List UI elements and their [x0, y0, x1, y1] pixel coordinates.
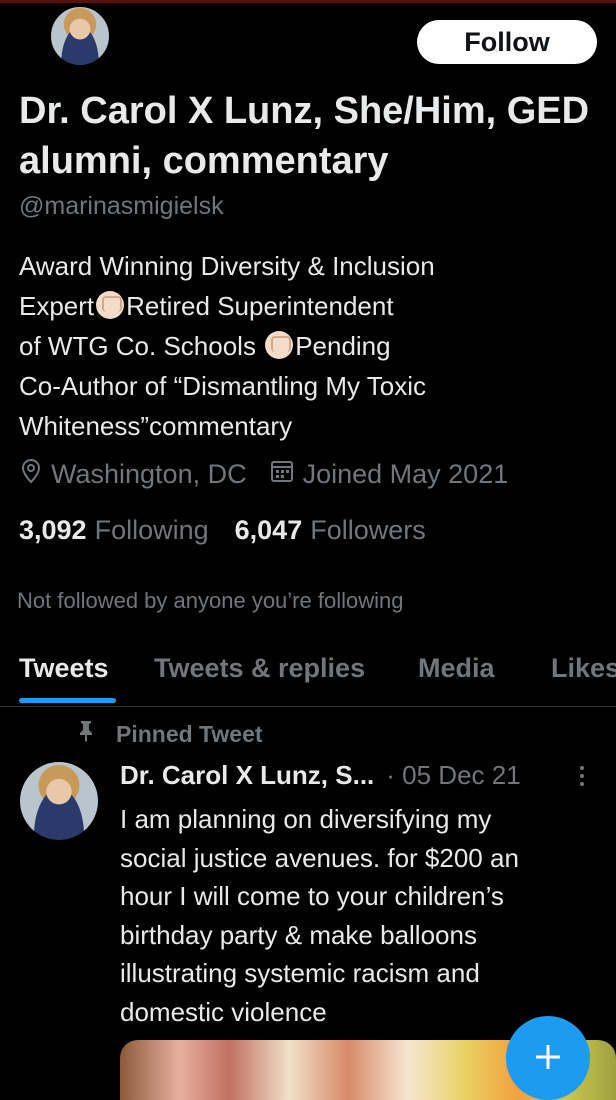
tweet-text: I am planning on diversifying my social …	[120, 800, 590, 1032]
not-followed-notice: Not followed by anyone you’re following	[17, 588, 404, 613]
tweet-text-line: illustrating systemic racism and	[120, 958, 480, 989]
following-label[interactable]: Following	[95, 515, 209, 546]
profile-meta: Washington, DC Joined May 2021	[19, 458, 508, 491]
bio-line: Award Winning Diversity & Inclusion	[19, 251, 435, 281]
bio-line: Whiteness”commentary	[19, 411, 293, 441]
profile-tabs: Tweets Tweets & replies Media Likes	[0, 640, 616, 707]
calendar-icon	[269, 458, 295, 491]
pin-icon	[78, 720, 94, 748]
profile-avatar[interactable]	[48, 4, 112, 68]
profile-stats: 3,092 Following 6,047 Followers	[19, 515, 452, 546]
raised-fist-emoji-icon	[265, 331, 294, 359]
bio-line: Co-Author of “Dismantling My Toxic	[19, 371, 426, 401]
raised-fist-emoji-icon	[96, 291, 125, 319]
more-vertical-icon[interactable]	[578, 764, 586, 794]
tab-tweets[interactable]: Tweets	[19, 653, 109, 684]
tweet-author-avatar[interactable]	[20, 762, 98, 840]
plus-icon	[533, 1033, 563, 1083]
compose-tweet-button[interactable]	[506, 1016, 590, 1100]
tweet-text-line: I am planning on diversifying my	[120, 804, 492, 834]
bio-line: of WTG Co. Schools Pending	[19, 331, 391, 361]
tweet-header: Dr. Carol X Lunz, S... · 05 Dec 21	[120, 760, 600, 791]
active-tab-indicator	[19, 698, 116, 703]
followers-count[interactable]: 6,047	[235, 515, 303, 546]
tab-tweets-replies[interactable]: Tweets & replies	[154, 653, 365, 684]
bio-line: Expert Retired Superintendent	[19, 291, 394, 321]
profile-handle: @marinasmigielsk	[19, 192, 224, 220]
following-count[interactable]: 3,092	[19, 515, 87, 546]
pinned-indicator: Pinned Tweet	[78, 720, 263, 748]
profile-name: Dr. Carol X Lunz, She/Him, GED alumni, c…	[19, 90, 590, 182]
tab-media[interactable]: Media	[418, 653, 495, 684]
profile-joined: Joined May 2021	[302, 459, 509, 489]
profile-bio: Award Winning Diversity & Inclusion Expe…	[19, 246, 539, 446]
tweet-date[interactable]: · 05 Dec 21	[386, 760, 520, 791]
top-accent-line	[0, 0, 616, 3]
follow-button[interactable]: Follow	[417, 20, 597, 64]
profile-location: Washington, DC	[51, 459, 247, 489]
followers-label[interactable]: Followers	[310, 515, 426, 546]
tweet-text-line: hour I will come to your children’s	[120, 881, 504, 912]
tweet-author-name[interactable]: Dr. Carol X Lunz, S...	[120, 760, 374, 791]
tweet-text-line: birthday party & make balloons	[120, 919, 477, 950]
tab-likes[interactable]: Likes	[551, 653, 616, 684]
pinned-label: Pinned Tweet	[116, 720, 263, 747]
location-pin-icon	[19, 458, 43, 491]
tweet-text-line: social justice avenues. for $200 an	[120, 842, 519, 873]
